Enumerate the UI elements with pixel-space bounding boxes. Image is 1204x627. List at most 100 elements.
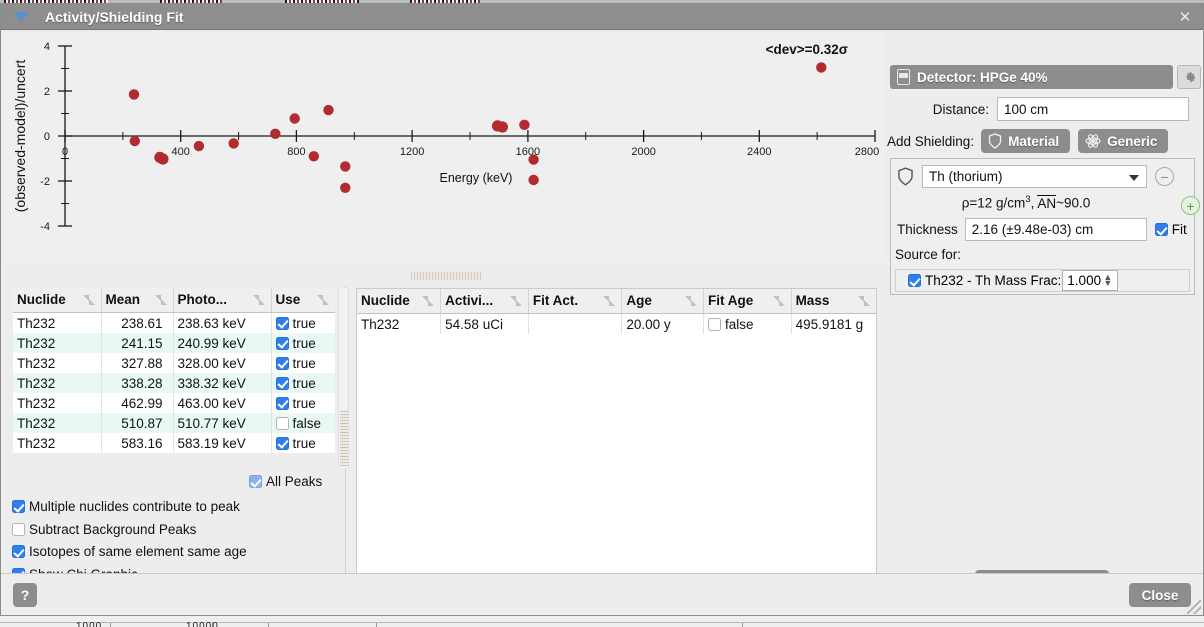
table-row[interactable]: Th232 583.16 583.19 keV true	[13, 433, 335, 453]
sort-icon[interactable]	[82, 295, 95, 305]
add-generic-label: Generic	[1107, 133, 1158, 149]
multiple-nuclides-checkbox[interactable]	[12, 500, 25, 513]
peaks-col-photopeak[interactable]: Photo...	[173, 288, 272, 313]
cell-use[interactable]: true	[271, 353, 335, 373]
stepper-arrows-icon[interactable]: ▲ ▼	[1103, 273, 1112, 288]
option-subtract-background[interactable]: Subtract Background Peaks	[12, 522, 247, 537]
fit-col-nuclide-label: Nuclide	[361, 293, 410, 308]
chart-table-splitter[interactable]	[411, 272, 481, 280]
source-nuclide-checkbox[interactable]	[908, 274, 921, 287]
cell-use[interactable]: true	[271, 393, 335, 413]
chevron-down-icon[interactable]	[1129, 175, 1139, 181]
close-button[interactable]: Close	[1129, 583, 1191, 607]
sort-icon[interactable]	[317, 295, 329, 305]
mass-frac-stepper[interactable]: 1.000 ▲ ▼	[1062, 270, 1119, 291]
cell-mass: 495.9181 g	[795, 316, 864, 332]
distance-label: Distance:	[932, 101, 989, 117]
isotopes-same-age-checkbox[interactable]	[12, 545, 25, 558]
thickness-fit-label: Fit	[1171, 222, 1187, 237]
peaks-col-mean[interactable]: Mean	[101, 288, 174, 313]
source-for-label: Source for:	[895, 247, 962, 262]
cell-use[interactable]: true	[271, 433, 335, 453]
sort-icon[interactable]	[772, 296, 785, 306]
close-icon[interactable]: ✕	[1175, 7, 1195, 27]
svg-text:2800: 2800	[855, 146, 879, 158]
stepper-down-icon[interactable]: ▼	[1103, 279, 1112, 288]
table-row[interactable]: Th232 327.88 328.00 keV true	[13, 353, 335, 373]
peaks-col-nuclide[interactable]: Nuclide	[13, 288, 102, 313]
sort-icon[interactable]	[685, 296, 697, 306]
table-row[interactable]: Th232 338.28 338.32 keV true	[13, 373, 335, 393]
sort-icon[interactable]	[422, 296, 435, 306]
fit-col-fit-act[interactable]: Fit Act.	[528, 289, 623, 314]
sort-icon[interactable]	[509, 296, 522, 306]
cell-fit-age[interactable]: false	[703, 313, 792, 334]
gear-icon-svg	[1185, 71, 1195, 82]
gear-icon[interactable]	[1177, 65, 1201, 89]
cell-use[interactable]: true	[271, 373, 335, 393]
plus-circle-icon[interactable]: +	[1181, 196, 1200, 215]
all-peaks-label: All Peaks	[266, 474, 323, 489]
add-material-button[interactable]: Material	[981, 129, 1071, 153]
all-peaks-option[interactable]: All Peaks	[249, 474, 322, 489]
add-generic-button[interactable]: Generic	[1078, 129, 1169, 153]
table-row[interactable]: Th232 238.61 238.63 keV true	[13, 312, 335, 334]
resize-grip[interactable]	[1187, 600, 1201, 614]
svg-text:(observed-model)/uncert: (observed-model)/uncert	[12, 60, 28, 213]
use-checkbox[interactable]	[275, 396, 289, 410]
use-checkbox[interactable]	[275, 416, 289, 430]
sort-icon[interactable]	[858, 296, 870, 306]
triangle-down-icon[interactable]	[13, 12, 29, 21]
cell-use[interactable]: false	[271, 413, 335, 433]
cell-nuclide: Th232	[13, 312, 102, 333]
table-row[interactable]: Th232 241.15 240.99 keV true	[13, 333, 335, 353]
cell-photopeak: 510.77 keV	[173, 413, 272, 433]
use-checkbox[interactable]	[275, 436, 289, 450]
cell-use[interactable]: true	[271, 313, 335, 334]
subtract-background-checkbox[interactable]	[12, 522, 25, 536]
background-axis-label: 10000	[186, 621, 219, 627]
svg-text:-4: -4	[40, 221, 50, 233]
table-row[interactable]: Th232 462.99 463.00 keV true	[13, 393, 335, 413]
option-multiple-nuclides[interactable]: Multiple nuclides contribute to peak	[12, 499, 247, 514]
table-row[interactable]: Th232 54.58 uCi 20.00 y false 495.9181 g	[357, 313, 876, 334]
help-button[interactable]: ?	[13, 583, 37, 607]
sort-icon[interactable]	[603, 296, 616, 306]
fit-age-checkbox[interactable]	[708, 317, 721, 331]
source-nuclide-label: Th232 - Th Mass Frac:	[925, 273, 1062, 288]
cell-use[interactable]: true	[271, 333, 335, 353]
use-label: true	[292, 355, 316, 371]
cell-photopeak: 583.19 keV	[173, 433, 272, 453]
peaks-table-scrollbar[interactable]	[338, 288, 349, 468]
svg-text:4: 4	[44, 41, 50, 53]
fit-col-mass[interactable]: Mass	[791, 289, 876, 314]
material-select[interactable]: Th (thorium)	[922, 165, 1147, 188]
cell-mean: 338.28	[101, 373, 174, 393]
thickness-input[interactable]	[964, 218, 1147, 241]
thickness-fit-option[interactable]: Fit	[1154, 222, 1187, 237]
fit-col-fit-age[interactable]: Fit Age	[703, 289, 792, 314]
minus-circle-icon[interactable]: −	[1155, 167, 1174, 186]
peaks-table-header-row: Nuclide Mean Photo... Use	[13, 288, 335, 313]
all-peaks-checkbox[interactable]	[249, 475, 262, 488]
fit-col-nuclide[interactable]: Nuclide	[357, 289, 442, 314]
distance-input[interactable]	[997, 97, 1189, 121]
atomic-number-symbol: AN	[1037, 194, 1057, 211]
use-checkbox[interactable]	[275, 356, 289, 370]
peaks-col-use[interactable]: Use	[271, 288, 335, 313]
use-checkbox[interactable]	[275, 376, 289, 390]
detector-button[interactable]: Detector: HPGe 40%	[890, 65, 1173, 89]
table-row[interactable]: Th232 510.87 510.77 keV false	[13, 413, 335, 433]
sort-icon[interactable]	[154, 295, 167, 305]
dialog-footer: ? Close	[1, 573, 1203, 615]
use-checkbox[interactable]	[275, 336, 289, 350]
svg-text:<dev>=0.32σ: <dev>=0.32σ	[766, 42, 848, 57]
use-checkbox[interactable]	[275, 316, 289, 330]
scrollbar-thumb[interactable]	[340, 410, 349, 466]
option-isotopes-same-age[interactable]: Isotopes of same element same age	[12, 544, 247, 559]
fit-col-activity[interactable]: Activi...	[440, 289, 529, 314]
sort-icon[interactable]	[252, 295, 265, 305]
fit-col-age[interactable]: Age	[621, 289, 704, 314]
density-info: ρ=12 g/cm3, AN~90.0	[891, 194, 1161, 211]
thickness-fit-checkbox[interactable]	[1154, 223, 1168, 236]
